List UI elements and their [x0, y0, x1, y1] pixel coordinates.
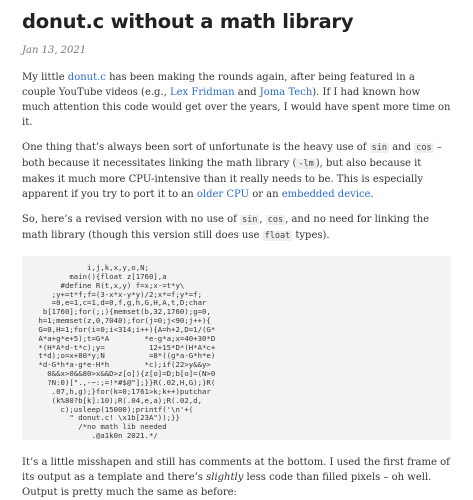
older-cpu-link[interactable]: older CPU [197, 189, 249, 200]
code-cos: cos [265, 215, 286, 225]
code-sin: sin [369, 143, 390, 153]
closing-paragraph: It’s a little misshapen and still has co… [22, 455, 451, 500]
text: and [234, 87, 260, 98]
code-lm: -lm [296, 159, 316, 169]
emphasis: slightly [206, 472, 244, 483]
post-date: Jan 13, 2021 [22, 45, 87, 56]
text: , [259, 214, 266, 225]
code-sin: sin [240, 215, 260, 225]
intro-paragraph: My little donut.c has been making the ro… [22, 70, 451, 130]
donut-code-block[interactable]: i,j,k,x,y,o,N; main(){float z[1760],a #d… [22, 256, 451, 440]
text: One thing that’s always been sort of unf… [22, 142, 370, 153]
code-float: float [262, 231, 293, 241]
revised-paragraph: So, here’s a revised version with no use… [22, 212, 451, 244]
page-title: donut.c without a math library [22, 10, 354, 33]
donut-c-link[interactable]: donut.c [68, 72, 106, 83]
article: donut.c without a math library Jan 13, 2… [0, 0, 473, 500]
text: and [389, 142, 415, 153]
code-cos: cos [414, 143, 434, 153]
text: types). [292, 230, 330, 241]
math-paragraph: One thing that’s always been sort of unf… [22, 140, 451, 202]
text: So, here’s a revised version with no use… [22, 214, 241, 225]
joma-tech-link[interactable]: Joma Tech [260, 87, 313, 98]
text: or an [249, 189, 282, 200]
text: . [370, 189, 374, 200]
lex-fridman-link[interactable]: Lex Fridman [170, 87, 235, 98]
text: My little [22, 72, 68, 83]
embedded-device-link[interactable]: embedded device [282, 189, 371, 200]
